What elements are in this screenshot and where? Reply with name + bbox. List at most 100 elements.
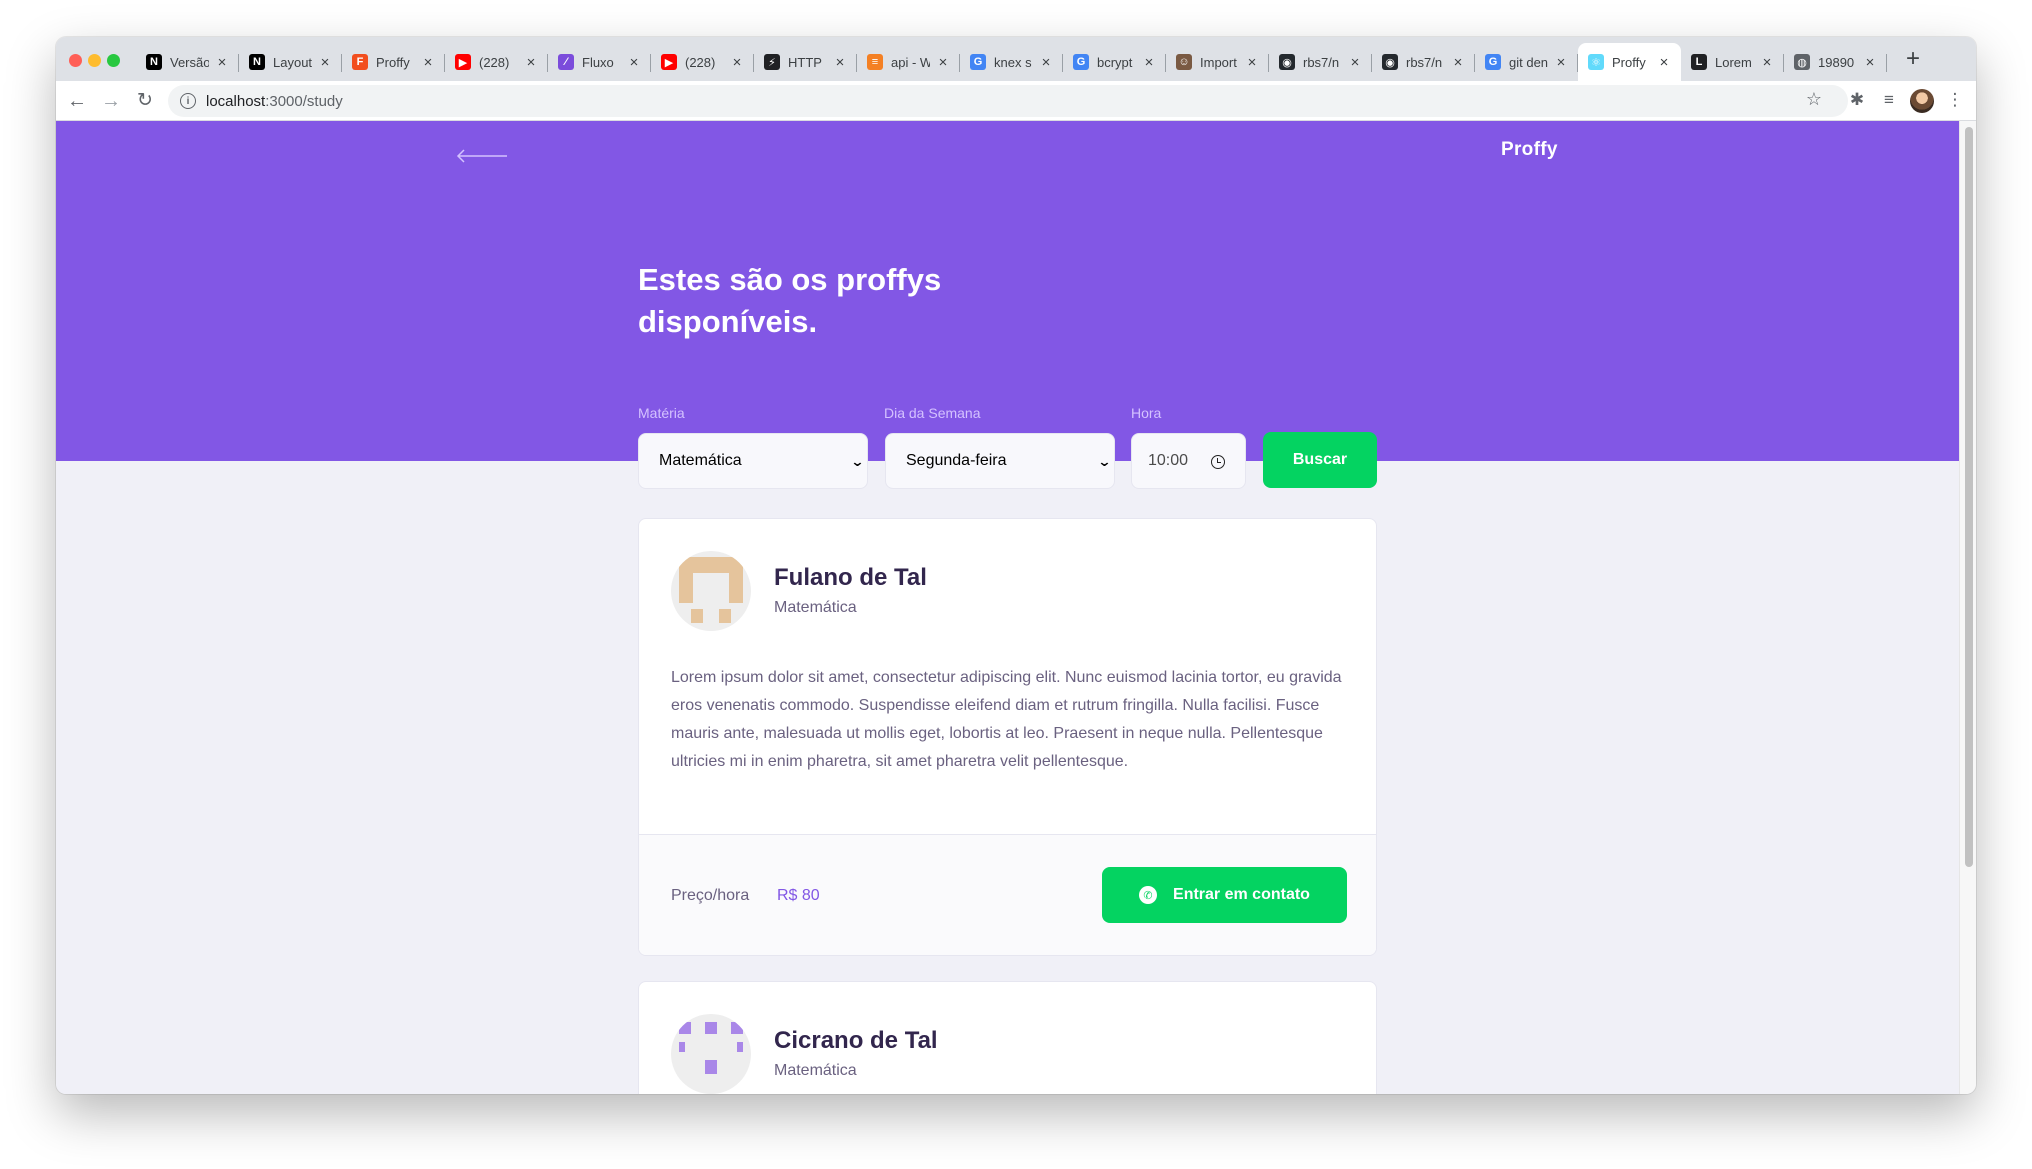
google-icon: G	[1073, 54, 1089, 70]
browser-window: N Versão × N Layout × F Proffy × ▶ (228) × ⁄ Fluxo × ▶ (…	[56, 37, 1976, 1094]
browser-tab[interactable]: N Versão ×	[136, 43, 239, 81]
browser-tab[interactable]: ◍ 19890 ×	[1784, 43, 1887, 81]
teacher-subject: Matemática	[774, 1062, 857, 1079]
close-window-button[interactable]	[69, 54, 82, 67]
tab-strip: N Versão × N Layout × F Proffy × ▶ (228) × ⁄ Fluxo × ▶ (…	[56, 37, 1976, 81]
subject-select[interactable]: Matemática ⌄	[638, 433, 868, 489]
browser-tab-label: knex s	[994, 54, 1032, 70]
teacher-name: Cicrano de Tal	[774, 1027, 938, 1054]
forward-icon[interactable]: →	[98, 88, 124, 114]
teacher-card: Cicrano de Tal Matemática	[638, 981, 1377, 1094]
teacher-avatar	[671, 551, 751, 631]
browser-tab-label: Proffy	[1612, 54, 1646, 70]
close-tab-icon[interactable]: ×	[1863, 54, 1877, 71]
youtube-icon: ▶	[455, 54, 471, 70]
bolt-icon: ⚡	[764, 54, 780, 70]
clock-icon[interactable]	[1211, 455, 1225, 469]
reload-icon[interactable]: ↻	[132, 88, 158, 114]
browser-tab[interactable]: ▶ (228) ×	[445, 43, 548, 81]
close-tab-icon[interactable]: ×	[833, 54, 847, 71]
profile-avatar[interactable]	[1910, 89, 1934, 113]
browser-tab[interactable]: Gbcrypt ×	[1063, 43, 1166, 81]
browser-tab-label: bcrypt	[1097, 54, 1133, 70]
browser-tab[interactable]: ☺ Import ×	[1166, 43, 1269, 81]
browser-tab[interactable]: ▶ (228) ×	[651, 43, 754, 81]
browser-tab[interactable]: L Lorem ×	[1681, 43, 1784, 81]
browser-tab[interactable]: Ggit den ×	[1475, 43, 1578, 81]
page-title: Estes são os proffys disponíveis.	[638, 262, 942, 339]
browser-tab[interactable]: ⚛ Proffy ×	[1578, 43, 1681, 81]
bookmark-star-icon[interactable]: ☆	[1806, 89, 1822, 110]
browser-tab-label: rbs7/n	[1303, 54, 1340, 70]
weekday-select[interactable]: Segunda-feira ⌄	[885, 433, 1115, 489]
browser-tab[interactable]: Gknex s ×	[960, 43, 1063, 81]
maximize-window-button[interactable]	[107, 54, 120, 67]
browser-tab[interactable]: F Proffy ×	[342, 43, 445, 81]
contact-button[interactable]: ✆ Entrar em contato	[1102, 867, 1347, 923]
figma-icon: F	[352, 54, 368, 70]
search-button[interactable]: Buscar	[1263, 432, 1377, 488]
close-tab-icon[interactable]: ×	[1039, 54, 1053, 71]
close-tab-icon[interactable]: ×	[1554, 54, 1568, 71]
browser-tab-label: Lorem	[1715, 54, 1752, 70]
browser-tab-label: rbs7/n	[1406, 54, 1443, 70]
contact-button-label: Entrar em contato	[1173, 886, 1310, 903]
browser-tab-label: Proffy	[376, 54, 410, 70]
browser-tab-label: api - W	[891, 54, 930, 70]
browser-tab-label: git den	[1509, 54, 1548, 70]
close-tab-icon[interactable]: ×	[215, 54, 229, 71]
close-tab-icon[interactable]: ×	[1657, 54, 1671, 71]
media-queue-icon[interactable]: ≡	[1878, 90, 1900, 112]
browser-tab[interactable]: ◉ rbs7/n ×	[1269, 43, 1372, 81]
browser-tab[interactable]: ◉ rbs7/n ×	[1372, 43, 1475, 81]
scrollbar-thumb[interactable]	[1965, 127, 1973, 867]
close-tab-icon[interactable]: ×	[1760, 54, 1774, 71]
github-icon: ◉	[1279, 54, 1295, 70]
browser-tab[interactable]: ⚡ HTTP ×	[754, 43, 857, 81]
browser-tab-label: (228)	[685, 54, 716, 70]
avatar-icon: ☺	[1176, 54, 1192, 70]
close-tab-icon[interactable]: ×	[730, 54, 744, 71]
close-tab-icon[interactable]: ×	[936, 54, 950, 71]
url-host: localhost	[206, 92, 266, 110]
browser-tab-label: 19890	[1818, 54, 1855, 70]
time-input[interactable]: 10:00	[1131, 433, 1246, 489]
google-icon: G	[970, 54, 986, 70]
chrome-menu-icon[interactable]: ⋮	[1944, 90, 1966, 112]
teacher-name: Fulano de Tal	[774, 564, 927, 591]
react-icon: ⚛	[1588, 54, 1604, 70]
stackoverflow-icon: ≡	[867, 54, 883, 70]
subject-label: Matéria	[638, 405, 685, 421]
close-tab-icon[interactable]: ×	[524, 54, 538, 71]
browser-tab-label: Import	[1200, 54, 1237, 70]
browser-toolbar: ← → ↻ i localhost:3000/study ☆ ✱ ≡ ⋮	[56, 81, 1976, 121]
minimize-window-button[interactable]	[88, 54, 101, 67]
browser-tab-label: HTTP	[788, 54, 822, 70]
close-tab-icon[interactable]: ×	[1142, 54, 1156, 71]
browser-tab[interactable]: ⁄ Fluxo ×	[548, 43, 651, 81]
browser-tab[interactable]: N Layout ×	[239, 43, 342, 81]
subject-select-value: Matemática	[659, 452, 742, 469]
back-icon[interactable]: ←	[64, 88, 90, 114]
back-arrow-icon[interactable]	[456, 149, 508, 163]
address-bar[interactable]: i localhost:3000/study ☆	[168, 85, 1848, 117]
close-tab-icon[interactable]: ×	[1245, 54, 1259, 71]
close-tab-icon[interactable]: ×	[421, 54, 435, 71]
browser-tab[interactable]: ≡ api - W ×	[857, 43, 960, 81]
site-info-icon[interactable]: i	[180, 93, 196, 109]
close-tab-icon[interactable]: ×	[627, 54, 641, 71]
close-tab-icon[interactable]: ×	[318, 54, 332, 71]
page-viewport: Proffy Estes são os proffys disponíveis.…	[56, 121, 1959, 1094]
page-scrollbar[interactable]	[1959, 121, 1976, 1094]
weekday-label: Dia da Semana	[884, 405, 981, 421]
lorem-icon: L	[1691, 54, 1707, 70]
extensions-icon[interactable]: ✱	[1846, 90, 1868, 112]
close-tab-icon[interactable]: ×	[1348, 54, 1362, 71]
browser-tab-label: Versão	[170, 54, 209, 70]
close-tab-icon[interactable]: ×	[1451, 54, 1465, 71]
time-label: Hora	[1131, 405, 1162, 421]
teacher-bio: Lorem ipsum dolor sit amet, consectetur …	[671, 669, 1342, 770]
weekday-select-value: Segunda-feira	[906, 452, 1007, 469]
tab-separator	[1886, 54, 1887, 72]
new-tab-button[interactable]: +	[1899, 45, 1927, 73]
